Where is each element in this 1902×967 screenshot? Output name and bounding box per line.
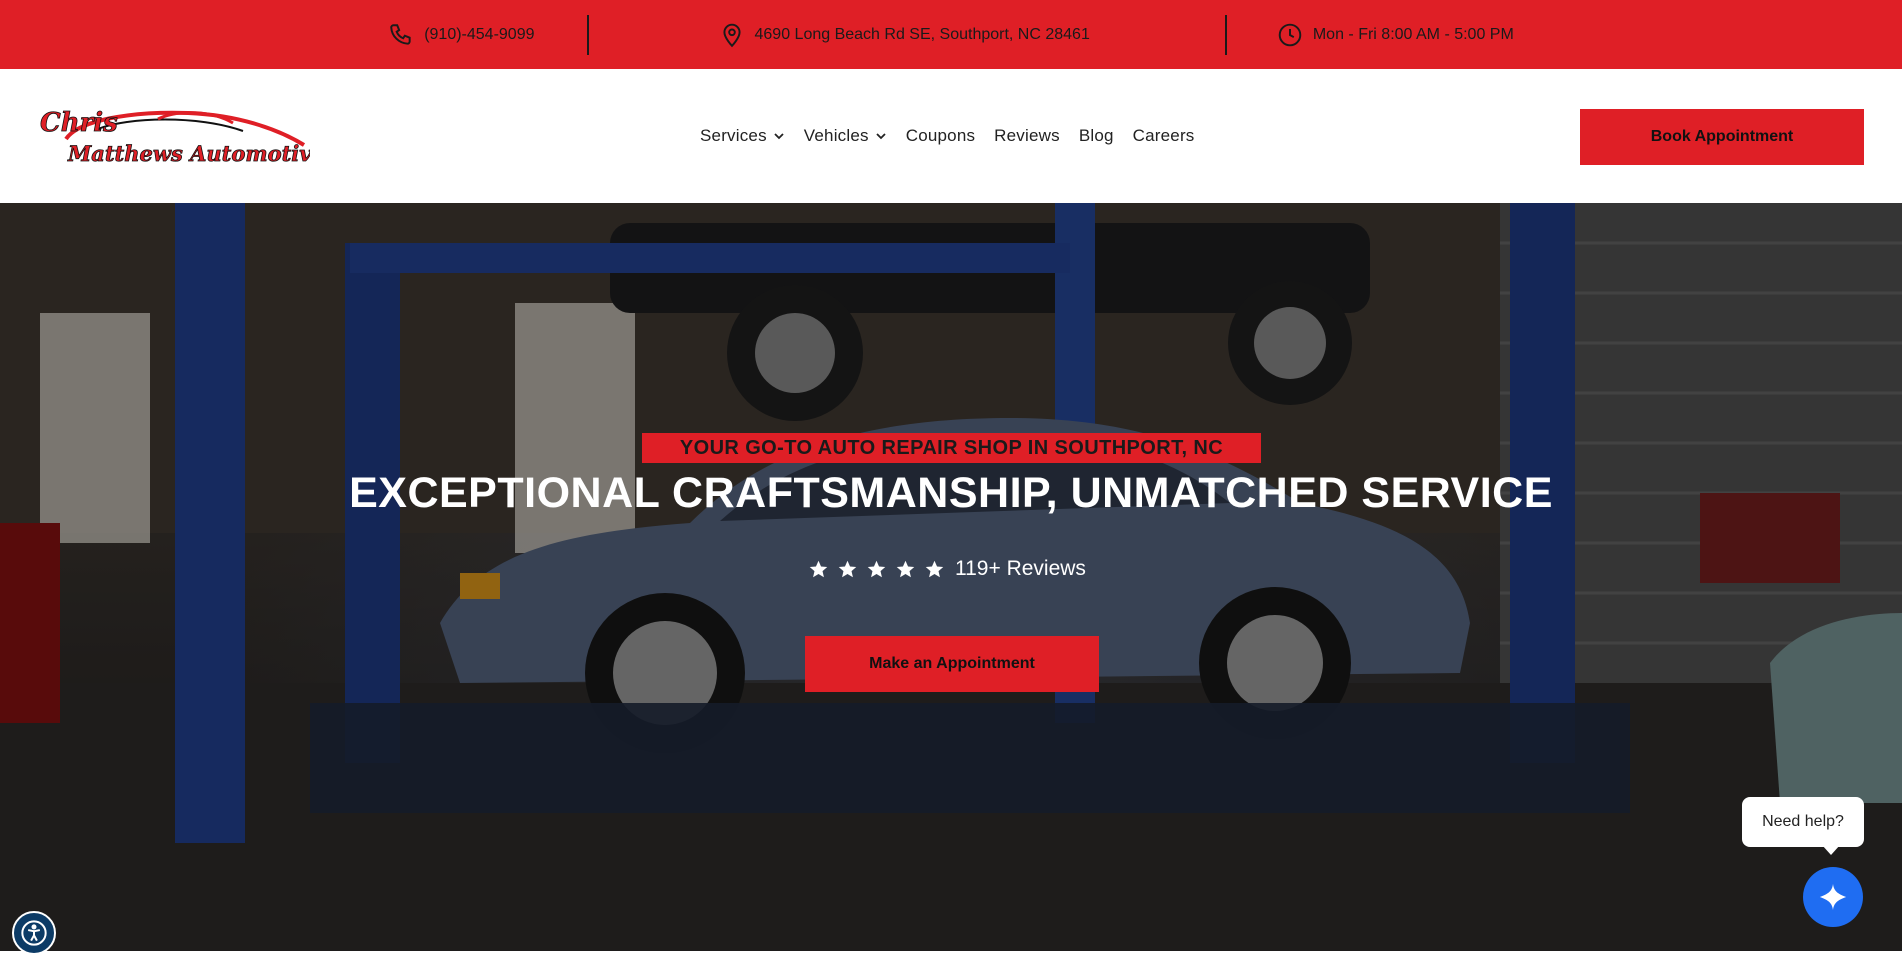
chat-help-bubble[interactable]: Need help? <box>1742 797 1864 855</box>
star-icon <box>896 560 915 577</box>
contact-bar: (910)-454-9099 4690 Long Beach Rd SE, So… <box>0 0 1902 69</box>
phone-icon <box>390 23 411 45</box>
hours-text: Mon - Fri 8:00 AM - 5:00 PM <box>1312 25 1514 43</box>
phone-number[interactable]: (910)-454-9099 <box>424 26 534 44</box>
topbar-divider <box>1224 14 1227 55</box>
accessibility-icon <box>21 920 47 946</box>
accessibility-button[interactable] <box>12 911 56 955</box>
hero-section: YOUR GO-TO AUTO REPAIR SHOP IN SOUTHPORT… <box>0 203 1902 951</box>
site-header: Chris Matthews Automotive Services Vehic… <box>0 69 1902 203</box>
nav-item-label: Services <box>700 126 767 145</box>
clock-icon <box>1278 23 1302 46</box>
topbar-divider <box>586 14 589 55</box>
hero-headline: EXCEPTIONAL CRAFTSMANSHIP, UNMATCHED SER… <box>349 469 1553 517</box>
nav-item-services[interactable]: Services <box>700 126 785 146</box>
chevron-down-icon <box>774 133 784 140</box>
chat-launcher-button[interactable] <box>1803 867 1863 927</box>
nav-item-label: Careers <box>1132 126 1195 145</box>
nav-item-label: Coupons <box>905 126 976 145</box>
nav-item-label: Reviews <box>994 126 1060 145</box>
svg-text:Matthews Automotive: Matthews Automotive <box>67 141 310 166</box>
reviews-count[interactable]: 119+ Reviews <box>955 557 1086 581</box>
hours-info: Mon - Fri 8:00 AM - 5:00 PM <box>1277 15 1514 55</box>
main-nav: Services Vehicles Coupons Reviews Blog C… <box>700 69 1214 203</box>
map-pin-icon <box>722 23 741 47</box>
nav-item-reviews[interactable]: Reviews <box>994 126 1060 146</box>
nav-item-label: Vehicles <box>803 126 869 145</box>
reviews-rating[interactable]: 119+ Reviews <box>808 557 1086 581</box>
address-link[interactable]: 4690 Long Beach Rd SE, Southport, NC 284… <box>719 15 1090 55</box>
nav-item-vehicles[interactable]: Vehicles <box>804 126 887 146</box>
star-icon <box>838 560 857 577</box>
make-appointment-button[interactable]: Make an Appointment <box>805 636 1099 692</box>
sparkle-icon <box>1819 883 1847 911</box>
nav-item-blog[interactable]: Blog <box>1079 126 1114 146</box>
phone-link[interactable]: (910)-454-9099 <box>388 15 535 55</box>
chevron-down-icon <box>876 133 886 140</box>
hero-tagline: YOUR GO-TO AUTO REPAIR SHOP IN SOUTHPORT… <box>642 433 1261 463</box>
book-appointment-button[interactable]: Book Appointment <box>1580 109 1864 165</box>
address-text[interactable]: 4690 Long Beach Rd SE, Southport, NC 284… <box>755 26 1090 44</box>
brand-logo[interactable]: Chris Matthews Automotive <box>38 101 310 173</box>
star-icon <box>867 560 886 577</box>
star-icon <box>809 560 828 577</box>
star-icon <box>925 560 944 577</box>
nav-item-label: Blog <box>1078 126 1114 145</box>
svg-text:Chris: Chris <box>40 108 118 138</box>
nav-item-careers[interactable]: Careers <box>1133 126 1195 146</box>
star-rating <box>808 559 945 580</box>
nav-item-coupons[interactable]: Coupons <box>906 126 975 146</box>
